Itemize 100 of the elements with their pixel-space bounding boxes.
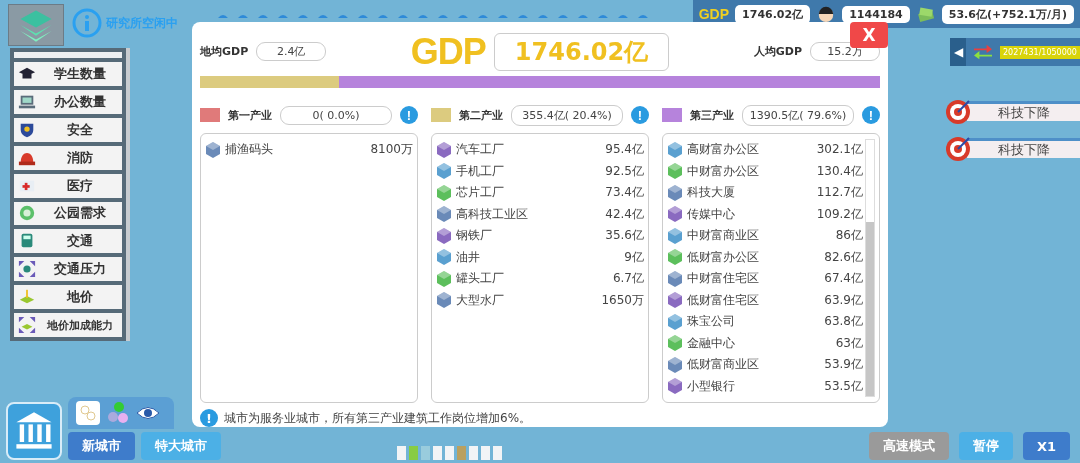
building-gdp: 63.9亿 <box>824 291 863 309</box>
color-block <box>481 446 490 460</box>
building-gdp: 109.2亿 <box>816 205 863 223</box>
building-name: 金融中心 <box>687 334 736 352</box>
per-capita-gdp-label: 人均GDP <box>753 44 802 60</box>
sidebar-item[interactable]: 医疗 <box>14 173 122 198</box>
building-gdp: 73.4亿 <box>605 184 644 202</box>
building-name: 低财富商业区 <box>687 356 760 374</box>
color-block <box>457 446 466 460</box>
color-block <box>397 446 406 460</box>
note-text: 城市为服务业城市，所有第三产业建筑工作岗位增加6%。 <box>224 409 532 427</box>
building-icon <box>436 248 452 267</box>
color-block <box>493 446 502 460</box>
building-icon <box>667 377 683 396</box>
color-block <box>409 446 418 460</box>
building-icon <box>436 205 452 224</box>
building-name: 传媒中心 <box>687 205 736 223</box>
target-icon <box>945 134 973 162</box>
sector-name: 第一产业 <box>228 107 272 123</box>
building-gdp: 6.7亿 <box>612 270 644 288</box>
building-name: 罐头工厂 <box>456 270 505 288</box>
building-name: 汽车工厂 <box>456 141 505 159</box>
color-dots-icon[interactable] <box>106 401 130 425</box>
sidebar-item[interactable]: 安全 <box>14 117 122 142</box>
color-block <box>433 446 442 460</box>
building-name: 低财富办公区 <box>687 248 760 266</box>
collapse-toggle[interactable]: ◀ <box>950 38 966 66</box>
building-gdp: 302.1亿 <box>816 141 863 159</box>
land-gdp-value: 2.4亿 <box>256 42 327 62</box>
building-icon <box>436 269 452 288</box>
sector-value: 0( 0.0%) <box>280 105 392 125</box>
population-value: 1144184 <box>842 5 910 23</box>
sidebar-item[interactable]: 地价加成能力 <box>14 313 122 338</box>
building-icon <box>436 183 452 202</box>
building-name: 中财富商业区 <box>687 227 760 245</box>
traffic-arrows-icon <box>17 260 37 279</box>
building-icon <box>667 140 683 159</box>
sector-value: 355.4亿( 20.4%) <box>511 104 623 126</box>
color-block <box>445 446 454 460</box>
close-button[interactable]: X <box>850 22 888 48</box>
building-name: 低财富住宅区 <box>687 291 760 309</box>
building-gdp: 63亿 <box>835 334 863 352</box>
sidebar-item[interactable]: 交通 <box>14 229 122 254</box>
land-gdp-label: 地均GDP <box>200 44 249 60</box>
info-icon: ! <box>200 409 218 427</box>
land-arrows-icon <box>17 316 37 335</box>
building-gdp: 53.5亿 <box>824 377 863 395</box>
scrollbar[interactable] <box>865 139 875 397</box>
money-icon <box>915 5 936 23</box>
building-icon <box>436 291 452 310</box>
building-gdp: 1650万 <box>601 291 644 309</box>
building-icon <box>667 291 683 310</box>
color-block <box>421 446 430 460</box>
alert-button[interactable]: 科技下降 <box>967 101 1080 121</box>
color-block <box>469 446 478 460</box>
info-icon[interactable] <box>72 8 102 38</box>
building-gdp: 35.6亿 <box>605 227 644 245</box>
building-icon <box>667 226 683 245</box>
building-gdp: 9亿 <box>624 248 644 266</box>
progress-label: 2027431/1050000 <box>1000 45 1080 59</box>
layers-button[interactable] <box>8 4 64 46</box>
building-name: 钢铁厂 <box>456 227 493 245</box>
building-icon <box>667 183 683 202</box>
building-name: 芯片工厂 <box>456 184 505 202</box>
building-name: 高财富办公区 <box>687 141 760 159</box>
building-name: 中财富办公区 <box>687 162 760 180</box>
sidebar-item[interactable]: 学生数量 <box>14 61 122 86</box>
sidebar-item[interactable]: 交通压力 <box>14 257 122 282</box>
building-gdp: 8100万 <box>370 141 413 159</box>
building-name: 小型银行 <box>687 377 736 395</box>
sector-value: 1390.5亿( 79.6%) <box>742 104 854 126</box>
building-icon <box>436 226 452 245</box>
building-name: 中财富住宅区 <box>687 270 760 288</box>
building-gdp: 63.8亿 <box>824 313 863 331</box>
sidebar-item[interactable]: 消防 <box>14 145 122 170</box>
sidebar-item[interactable]: 地价 <box>14 285 122 310</box>
building-icon <box>667 162 683 181</box>
gdp-total: 1746.02亿 <box>493 32 670 71</box>
game-button[interactable]: X1 <box>1022 432 1070 460</box>
sidebar-item[interactable]: 公园需求 <box>14 201 122 226</box>
city-hall-button[interactable] <box>6 402 62 460</box>
sector-name: 第二产业 <box>459 107 503 123</box>
building-icon <box>667 334 683 353</box>
building-name: 手机工厂 <box>456 162 505 180</box>
gdp-logo: GDP <box>698 6 730 22</box>
building-name: 油井 <box>456 248 481 266</box>
alert-button[interactable]: 科技下降 <box>967 138 1080 158</box>
building-icon <box>667 312 683 331</box>
building-icon <box>436 162 452 181</box>
building-icon <box>667 205 683 224</box>
research-status: 研究所空闲中 <box>106 15 178 32</box>
building-gdp: 130.4亿 <box>816 162 863 180</box>
game-button[interactable]: 新城市 <box>68 432 135 460</box>
building-gdp: 67.4亿 <box>824 270 863 288</box>
building-icon <box>667 355 683 374</box>
sidebar-item[interactable]: 办公数量 <box>14 89 122 114</box>
building-gdp: 42.4亿 <box>605 205 644 223</box>
building-name: 高科技工业区 <box>456 205 529 223</box>
building-gdp: 112.7亿 <box>816 184 863 202</box>
sector-name: 第三产业 <box>690 107 734 123</box>
